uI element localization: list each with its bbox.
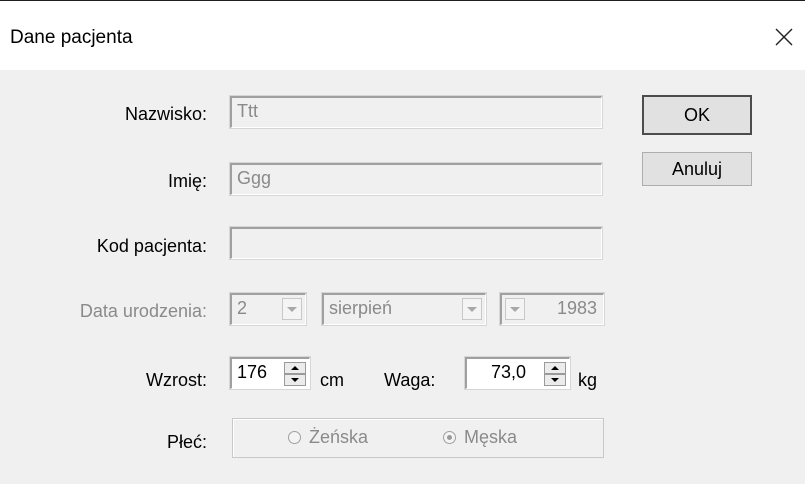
chevron-down-icon[interactable] [544,374,566,386]
title-bar: Dane pacjenta [0,0,805,70]
birth-day-select[interactable]: 2 [229,292,307,326]
chevron-up-icon[interactable] [544,362,566,374]
close-icon [775,28,793,46]
birth-date-label: Data urodzenia: [79,301,207,321]
sex-group: Żeńska Męska [232,418,604,458]
radio-icon [288,431,301,444]
chevron-down-icon [505,298,525,320]
chevron-down-icon [462,298,482,320]
height-stepper[interactable] [284,362,306,386]
ok-button[interactable]: OK [642,95,752,135]
weight-label: Waga: [384,370,436,390]
sex-option-label: Męska [464,427,518,447]
radio-checked-icon [443,431,456,444]
patient-code-field[interactable] [229,226,603,260]
weight-value: 73,0 [491,362,527,382]
weight-stepper[interactable] [544,362,566,386]
chevron-down-icon[interactable] [284,374,306,386]
height-label: Wzrost: [146,370,207,390]
first-name-field[interactable]: Ggg [229,162,603,196]
height-value: 176 [237,362,268,382]
dialog-title: Dane pacjenta [10,27,133,48]
birth-year-spinner[interactable]: 1983 [499,292,605,326]
chevron-up-icon[interactable] [284,362,306,374]
height-unit: cm [320,370,344,390]
first-name-label: Imię: [167,171,207,191]
weight-field[interactable]: 73,0 [464,356,571,390]
patient-code-label: Kod pacjenta: [96,236,207,256]
birth-month-select[interactable]: sierpień [321,292,487,326]
birth-day-value: 2 [237,298,248,318]
birth-month-value: sierpień [329,298,393,318]
close-button[interactable] [763,19,805,55]
birth-year-value: 1983 [556,298,597,318]
sex-option-female[interactable]: Żeńska [288,427,368,448]
sex-label: Płeć: [166,432,207,452]
sex-option-male[interactable]: Męska [443,427,517,448]
weight-unit: kg [578,370,598,390]
surname-label: Nazwisko: [124,104,207,124]
sex-option-label: Żeńska [309,427,369,447]
chevron-down-icon [282,298,302,320]
height-field[interactable]: 176 [229,356,311,390]
cancel-button[interactable]: Anuluj [642,152,752,186]
surname-field[interactable]: Ttt [229,95,603,129]
